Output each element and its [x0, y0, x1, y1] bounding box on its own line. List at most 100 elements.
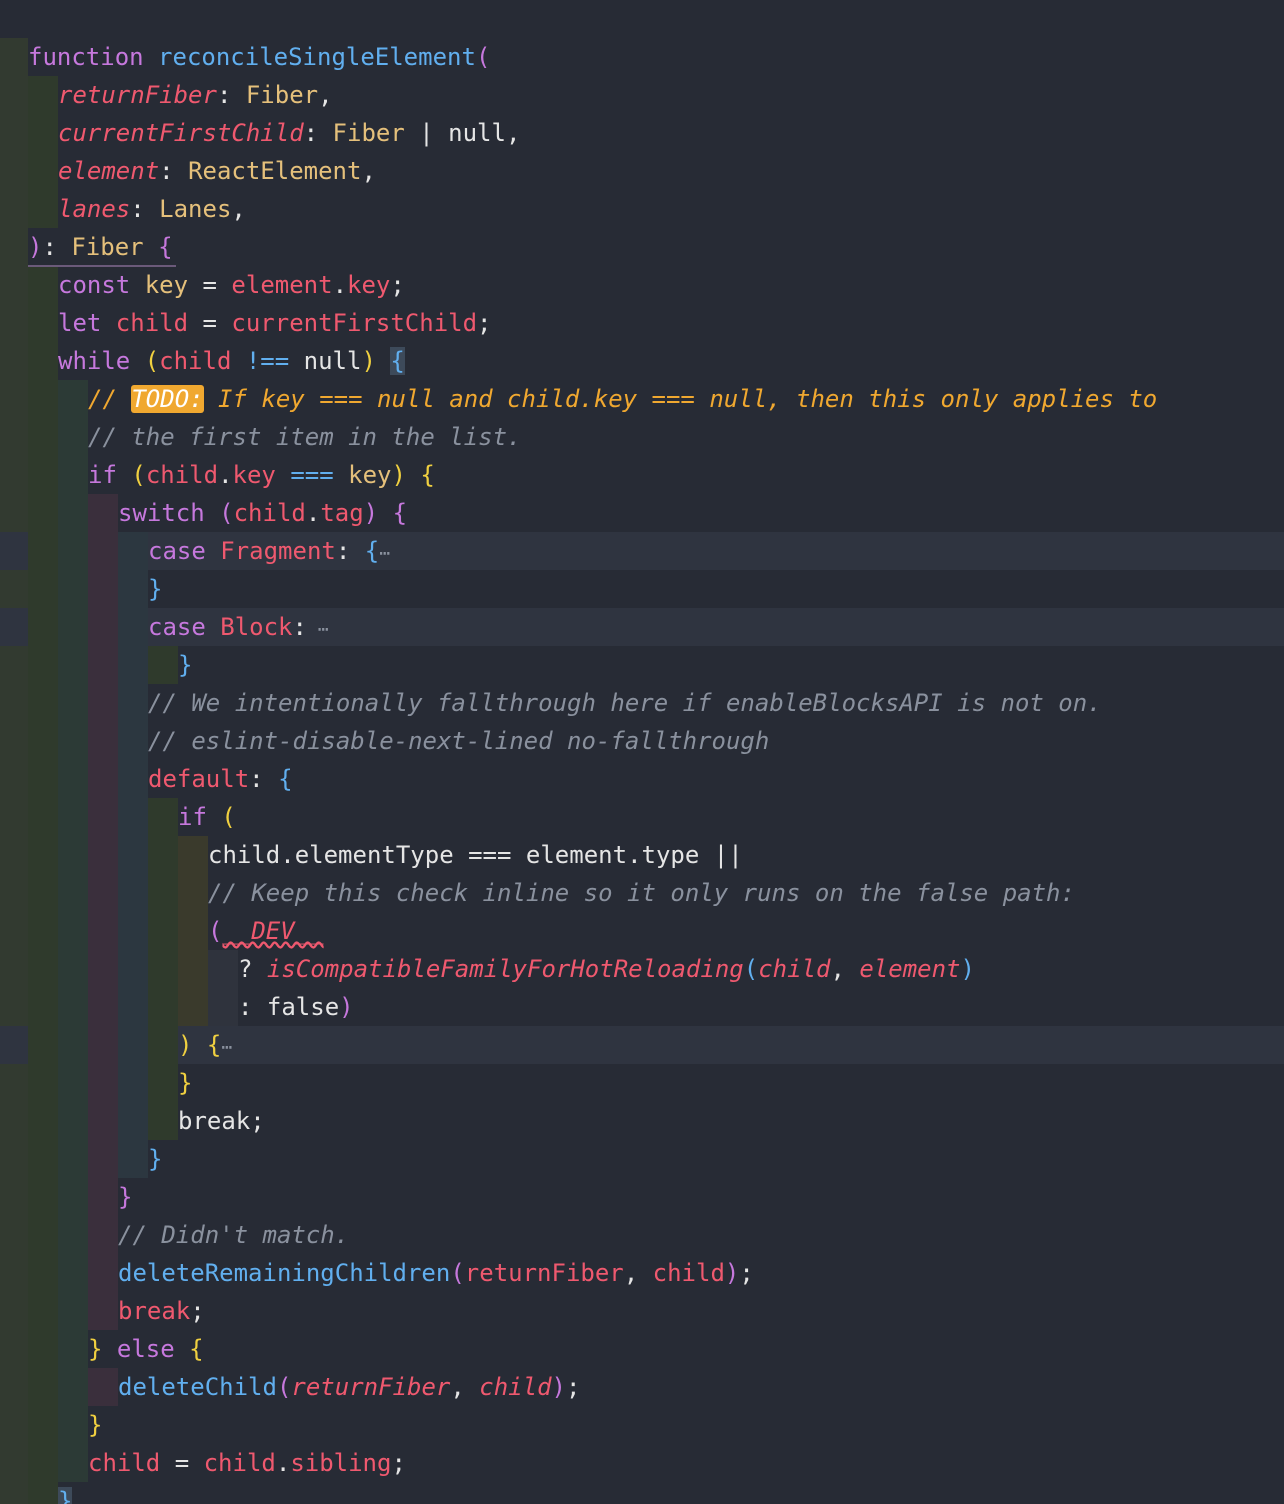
code-line[interactable]: }	[0, 1064, 1284, 1102]
indent-guide	[28, 1102, 58, 1140]
indent-guide	[178, 836, 208, 874]
code-token: false	[266, 993, 340, 1021]
code-line[interactable]: currentFirstChild: Fiber | null,	[0, 114, 1284, 152]
indent-guide	[28, 760, 58, 798]
code-token: ===	[453, 841, 526, 869]
code-line[interactable]: }	[0, 1140, 1284, 1178]
code-line[interactable]: // Didn't match.	[0, 1216, 1284, 1254]
code-token: )	[363, 499, 379, 527]
code-token: =	[188, 309, 232, 337]
code-token: {	[420, 461, 435, 489]
code-token: .	[332, 271, 348, 299]
code-line[interactable]: }	[0, 570, 1284, 608]
code-line[interactable]: case Block: ⋯	[0, 608, 1284, 646]
code-line[interactable]: case Fragment: {⋯	[0, 532, 1284, 570]
code-line[interactable]: child.elementType === element.type ||	[0, 836, 1284, 874]
indent-guide	[88, 1140, 118, 1178]
code-text: case Block: ⋯	[148, 608, 329, 649]
indent-guide	[58, 950, 88, 988]
code-line[interactable]: deleteRemainingChildren(returnFiber, chi…	[0, 1254, 1284, 1292]
code-token: type	[641, 841, 700, 869]
indent-guide	[28, 874, 58, 912]
indent-guide	[28, 152, 58, 190]
code-line[interactable]: }	[0, 1178, 1284, 1216]
code-line[interactable]: default: {	[0, 760, 1284, 798]
code-line[interactable]: ): Fiber {	[0, 228, 1284, 266]
code-token: )	[391, 461, 406, 489]
indent-guide	[118, 912, 148, 950]
code-line[interactable]: // TODO: If key === null and child.key =…	[0, 380, 1284, 418]
code-line[interactable]: child = child.sibling;	[0, 1444, 1284, 1482]
code-line[interactable]: switch (child.tag) {	[0, 494, 1284, 532]
code-line[interactable]: break;	[0, 1102, 1284, 1140]
code-line[interactable]: deleteChild(returnFiber, child);	[0, 1368, 1284, 1406]
code-line[interactable]: returnFiber: Fiber,	[0, 76, 1284, 114]
indent-guide	[178, 988, 208, 1026]
code-line[interactable]: } else {	[0, 1330, 1284, 1368]
code-token: (	[743, 955, 759, 983]
code-line[interactable]: // Keep this check inline so it only run…	[0, 874, 1284, 912]
code-line[interactable]: lanes: Lanes,	[0, 190, 1284, 228]
code-token: ?	[238, 955, 267, 983]
code-line[interactable]: }	[0, 646, 1284, 684]
indent-guide	[28, 1406, 58, 1444]
indent-guide	[148, 950, 178, 988]
code-line[interactable]: break;	[0, 1292, 1284, 1330]
code-token: child	[159, 347, 232, 375]
code-token: currentFirstChild	[231, 309, 478, 337]
indent-guide	[58, 1064, 88, 1102]
code-line[interactable]: let child = currentFirstChild;	[0, 304, 1284, 342]
indent-guide	[148, 912, 178, 950]
code-token: }	[178, 651, 193, 679]
code-token: ⋯	[379, 543, 391, 564]
code-token: !==	[231, 347, 304, 375]
code-line[interactable]: while (child !== null) {	[0, 342, 1284, 380]
indent-guide	[58, 1216, 88, 1254]
code-line[interactable]: // We intentionally fallthrough here if …	[0, 684, 1284, 722]
code-line[interactable]: ) {⋯	[0, 1026, 1284, 1064]
code-token: ;	[477, 309, 492, 337]
indent-guide	[88, 684, 118, 722]
code-token: .	[280, 841, 295, 869]
indent-guide	[58, 456, 88, 494]
indent-guide	[88, 1178, 118, 1216]
code-text: }	[148, 570, 162, 608]
code-token: elementType	[294, 841, 454, 869]
code-text: }	[88, 1406, 102, 1444]
code-line[interactable]: (__DEV__	[0, 912, 1284, 950]
code-line[interactable]: }	[0, 1406, 1284, 1444]
code-line[interactable]: const key = element.key;	[0, 266, 1284, 304]
indent-guide	[88, 1368, 118, 1406]
code-line[interactable]: ? isCompatibleFamilyForHotReloading(chil…	[0, 950, 1284, 988]
code-text: lanes: Lanes,	[58, 190, 246, 228]
indent-guide	[58, 646, 88, 684]
code-text: }	[178, 646, 192, 684]
code-token: // Didn't match.	[118, 1221, 350, 1249]
code-token: ;	[250, 1107, 265, 1135]
code-text: }	[118, 1178, 132, 1216]
code-line[interactable]: // the first item in the list.	[0, 418, 1284, 456]
code-token: =	[188, 271, 232, 299]
code-token: ;	[390, 271, 405, 299]
code-line[interactable]: // eslint-disable-next-lined no-fallthro…	[0, 722, 1284, 760]
indent-guide	[208, 988, 238, 1026]
code-line[interactable]: : false)	[0, 988, 1284, 1026]
code-line[interactable]: element: ReactElement,	[0, 152, 1284, 190]
indent-guide	[118, 608, 148, 646]
code-token: case	[148, 613, 221, 641]
code-line[interactable]: }	[0, 1482, 1284, 1504]
indent-guide	[28, 1064, 58, 1102]
code-token: (	[131, 461, 146, 489]
code-editor[interactable]: function reconcileSingleElement(returnFi…	[0, 0, 1284, 1504]
code-line[interactable]: if (child.key === key) {	[0, 456, 1284, 494]
code-line[interactable]: function reconcileSingleElement(	[0, 38, 1284, 76]
code-line[interactable]: if (	[0, 798, 1284, 836]
code-token: break	[178, 1107, 251, 1135]
code-token: element	[58, 157, 160, 185]
code-token: {	[364, 537, 380, 565]
code-text: element: ReactElement,	[58, 152, 376, 190]
indent-guide	[28, 1254, 58, 1292]
indent-guide	[58, 988, 88, 1026]
indent-guide	[28, 1444, 58, 1482]
code-token: ,	[231, 195, 246, 223]
